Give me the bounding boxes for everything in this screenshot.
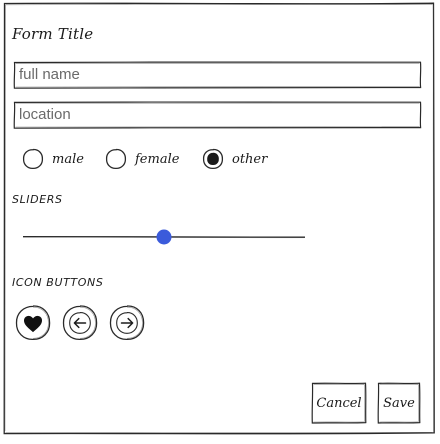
radio-female[interactable]: female xyxy=(105,145,179,173)
slider-handle xyxy=(156,229,172,245)
forward-button[interactable] xyxy=(108,304,146,342)
heart-button[interactable] xyxy=(14,304,52,342)
sliders-section-label: SLIDERS xyxy=(12,193,63,206)
icon-buttons-section-label: ICON BUTTONS xyxy=(12,276,104,289)
radio-circle-female[interactable] xyxy=(105,148,127,170)
slider[interactable] xyxy=(20,225,310,249)
radio-male[interactable]: male xyxy=(22,145,84,173)
save-button-label: Save xyxy=(383,395,415,411)
arrow-left-icon xyxy=(62,305,98,341)
radio-label-male: male xyxy=(52,151,84,167)
save-button[interactable]: Save xyxy=(377,382,421,424)
cancel-button-label: Cancel xyxy=(316,395,362,411)
radio-circle-male[interactable] xyxy=(22,148,44,170)
arrow-right-icon xyxy=(109,305,145,341)
full-name-input[interactable] xyxy=(14,62,420,86)
cancel-button[interactable]: Cancel xyxy=(311,382,367,424)
location-input[interactable] xyxy=(14,102,420,126)
radio-label-female: female xyxy=(135,151,180,167)
form-title: Form Title xyxy=(12,25,94,43)
heart-icon xyxy=(15,305,51,341)
radio-other[interactable]: other xyxy=(202,145,267,173)
back-button[interactable] xyxy=(61,304,99,342)
radio-label-other: other xyxy=(232,151,268,167)
radio-circle-other[interactable] xyxy=(202,148,224,170)
